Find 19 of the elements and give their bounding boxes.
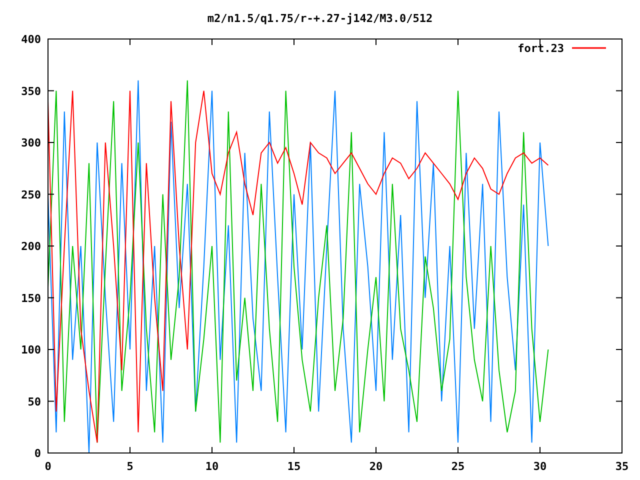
y-tick-label: 50 — [28, 395, 41, 408]
y-tick-label: 200 — [21, 240, 41, 253]
x-tick-label: 30 — [533, 460, 547, 473]
y-tick-label: 150 — [21, 292, 41, 305]
x-tick-label: 5 — [126, 460, 134, 473]
x-tick-label: 20 — [369, 460, 383, 473]
x-tick-label: 15 — [287, 460, 301, 473]
y-tick-label: 350 — [21, 84, 41, 98]
legend-label: fort.23 — [518, 42, 564, 55]
y-tick-label: 100 — [21, 344, 41, 356]
y-tick-label: 400 — [21, 33, 41, 46]
x-tick-label: 10 — [205, 460, 219, 473]
x-tick-label: 25 — [451, 460, 465, 473]
x-tick-label: 0 — [44, 460, 52, 473]
x-tick-label: 35 — [615, 460, 629, 473]
y-tick-label: 300 — [21, 136, 41, 150]
chart-title: m2/n1.5/q1.75/r-+.27-j142/M3.0/512 — [207, 12, 433, 25]
y-tick-label: 250 — [21, 188, 41, 202]
y-tick-label: 0 — [34, 447, 41, 460]
